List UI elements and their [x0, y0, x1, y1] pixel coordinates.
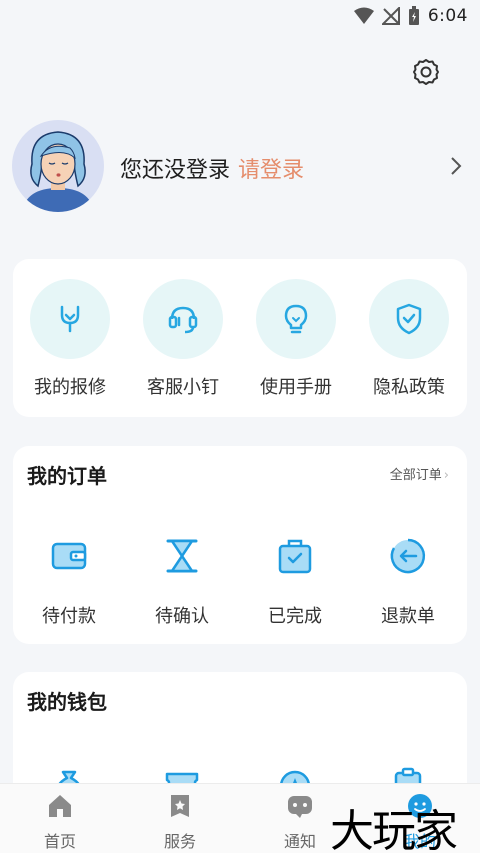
orders-card: 我的订单 全部订单 › 待付款 待确认 已完成 退款单: [13, 446, 467, 644]
battery-icon: [408, 6, 419, 25]
order-label: 退款单: [381, 606, 435, 627]
watermark-logo: 大玩家: [330, 806, 458, 853]
order-label: 待付款: [42, 606, 96, 627]
order-label: 已完成: [268, 606, 322, 627]
order-label: 待确认: [155, 606, 209, 627]
tab-label: 服务: [163, 832, 196, 851]
tab-service[interactable]: 服务: [140, 792, 220, 852]
tool-repair[interactable]: 我的报修: [22, 279, 118, 399]
chat-icon: [288, 796, 312, 818]
not-logged-in-text: 您还没登录: [120, 158, 231, 183]
chevron-right-icon[interactable]: [446, 154, 466, 178]
chevron-right-icon: ›: [443, 468, 449, 483]
tool-label: 隐私政策: [373, 377, 445, 398]
headset-icon: [168, 306, 198, 334]
tab-notifications[interactable]: 通知: [260, 792, 340, 852]
tools-card: 我的报修 客服小钉 使用手册 隐私政策: [13, 259, 467, 417]
settings-gear-icon[interactable]: [412, 58, 440, 86]
tool-customer-service[interactable]: 客服小钉: [135, 279, 231, 399]
status-bar: 6:04: [0, 0, 480, 34]
order-refund[interactable]: 退款单: [358, 536, 458, 628]
order-pending-payment[interactable]: 待付款: [19, 536, 119, 628]
shield-check-icon: [396, 303, 422, 335]
tool-label: 使用手册: [260, 377, 332, 398]
no-signal-icon: [381, 7, 400, 25]
wallet-title: 我的钱包: [27, 690, 107, 714]
avatar[interactable]: [12, 120, 104, 212]
service-icon: [171, 795, 189, 817]
profile-header[interactable]: 您还没登录 请登录: [12, 120, 468, 212]
lightbulb-icon: [284, 304, 308, 334]
hourglass-icon: [166, 539, 198, 573]
tool-privacy[interactable]: 隐私政策: [361, 279, 457, 399]
wallet-icon: [51, 542, 87, 570]
tool-label: 我的报修: [34, 377, 106, 398]
tab-label: 首页: [43, 832, 76, 851]
login-prompt[interactable]: 您还没登录 请登录: [120, 152, 304, 184]
order-completed[interactable]: 已完成: [245, 536, 345, 628]
refund-icon: [390, 538, 426, 574]
wifi-icon: [353, 7, 374, 24]
status-time: 6:04: [427, 6, 468, 26]
tool-label: 客服小钉: [147, 377, 219, 398]
bag-check-icon: [278, 539, 312, 574]
tab-label: 通知: [283, 832, 316, 851]
all-orders-link[interactable]: 全部订单 ›: [390, 464, 449, 483]
home-icon: [49, 795, 71, 817]
order-pending-confirm[interactable]: 待确认: [132, 536, 232, 628]
tool-manual[interactable]: 使用手册: [248, 279, 344, 399]
login-link[interactable]: 请登录: [238, 158, 304, 183]
wrench-icon: [60, 305, 80, 333]
orders-title: 我的订单: [27, 464, 107, 488]
tab-home[interactable]: 首页: [20, 792, 100, 852]
